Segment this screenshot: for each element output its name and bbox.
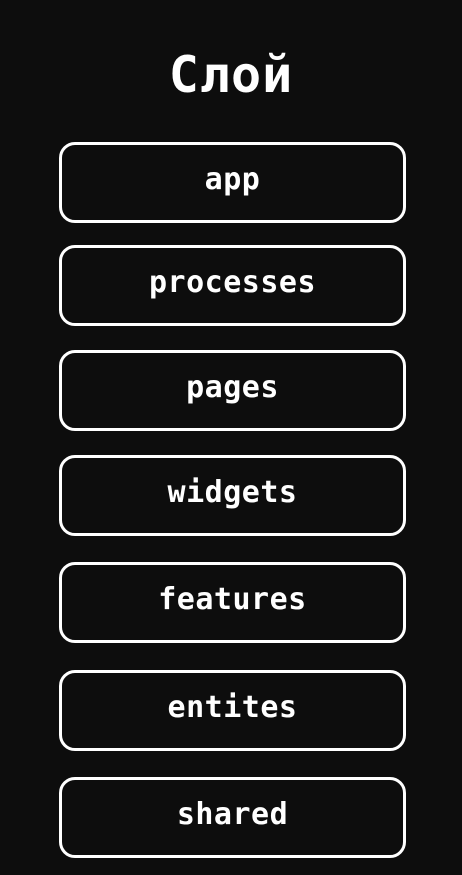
page-title: Слой [168,46,294,104]
layer-button-widgets[interactable]: widgets [59,455,406,536]
layer-button-app[interactable]: app [59,142,406,223]
layer-button-processes[interactable]: processes [59,245,406,326]
layer-button-shared[interactable]: shared [59,777,406,858]
layer-button-pages[interactable]: pages [59,350,406,431]
layer-button-features[interactable]: features [59,562,406,643]
layer-button-entites[interactable]: entites [59,670,406,751]
